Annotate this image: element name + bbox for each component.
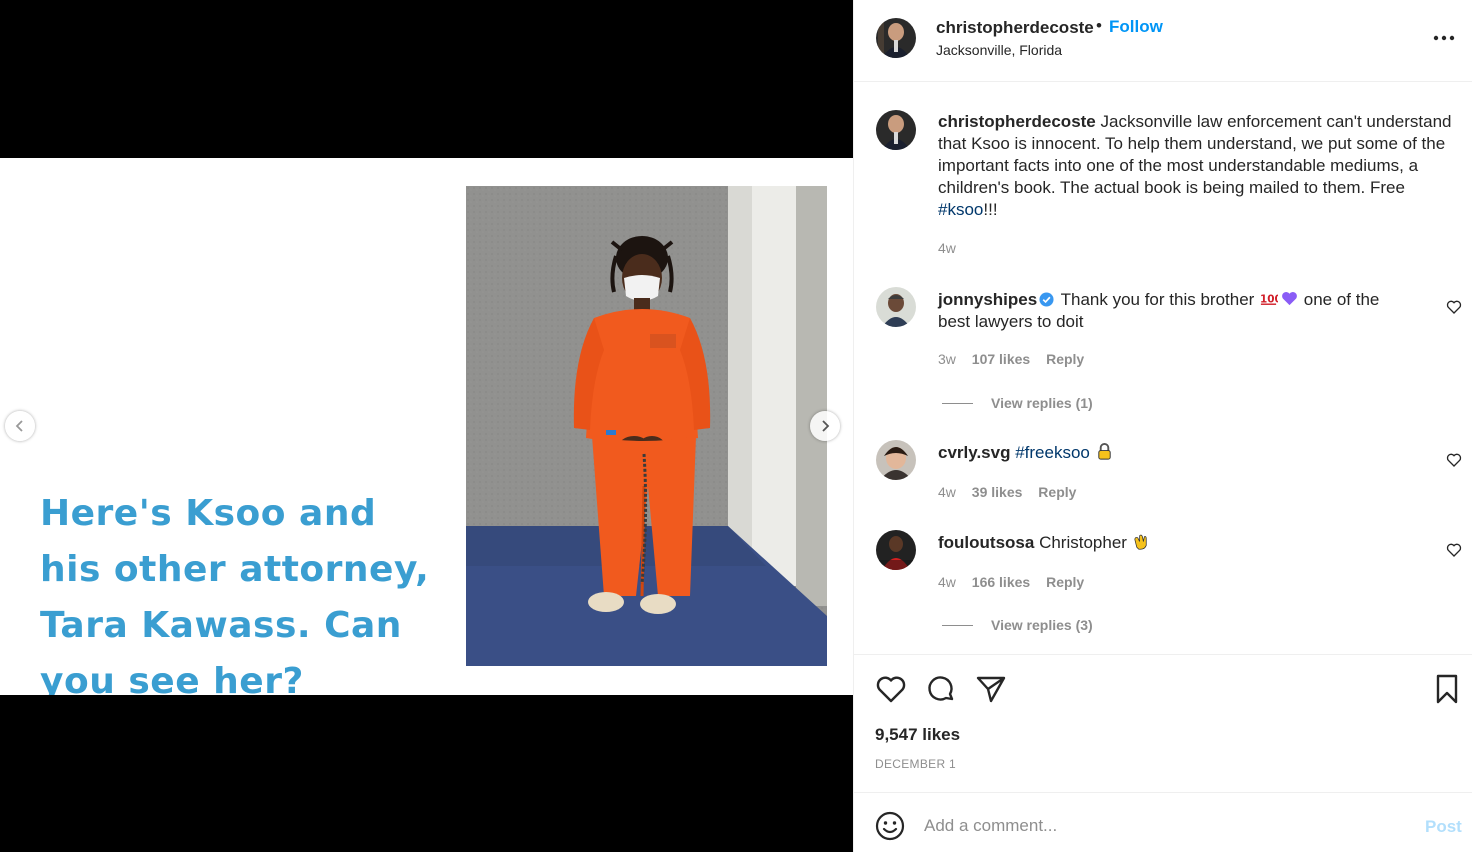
comment-timestamp[interactable]: 4w (938, 484, 956, 500)
comment-likes[interactable]: 166 likes (972, 574, 1030, 590)
comment-item: cvrly.svg #freeksoo 4w 39 likes Reply (854, 440, 1472, 500)
caption-avatar[interactable] (876, 110, 916, 150)
comment-body: jonnyshipes Thank you for this brother 1… (938, 289, 1408, 333)
purple-heart-emoji (1282, 292, 1297, 306)
clapping-hands-emoji (1134, 534, 1147, 550)
comment-username[interactable]: jonnyshipes (938, 290, 1037, 309)
post-likes-count[interactable]: 9,547 likes (875, 725, 960, 745)
post-date[interactable]: DECEMBER 1 (875, 757, 956, 771)
author-username[interactable]: christopherdecoste (936, 18, 1094, 38)
lock-emoji (1097, 442, 1111, 460)
caption-suffix: !!! (983, 200, 998, 219)
follow-button[interactable]: Follow (1109, 17, 1163, 37)
replies-divider-line (942, 624, 973, 626)
comment-text: Thank you for this brother (1056, 290, 1260, 309)
comment-meta: 4w 39 likes Reply (938, 484, 1088, 500)
post-media: Here's Ksoo and his other attorney, Tara… (0, 0, 853, 852)
comment-item: fouloutsosa Christopher 4w 166 likes Rep… (854, 530, 1472, 640)
comment-meta: 4w 166 likes Reply (938, 574, 1096, 590)
comment-timestamp[interactable]: 4w (938, 574, 956, 590)
comment-hashtag[interactable]: #freeksoo (1015, 443, 1090, 462)
hundred-points-emoji: 100 (1260, 293, 1278, 305)
author-avatar[interactable] (876, 18, 916, 58)
post-actions: 9,547 likes DECEMBER 1 (854, 654, 1472, 791)
more-options-icon[interactable] (1432, 30, 1456, 46)
chevron-left-icon (15, 420, 23, 432)
header-separator: • (1096, 16, 1102, 35)
comment-meta: 3w 107 likes Reply (938, 351, 1096, 367)
emoji-picker-icon[interactable] (874, 810, 906, 842)
comment-composer: Post (854, 792, 1472, 852)
comment-likes[interactable]: 107 likes (972, 351, 1030, 367)
carousel-next-button[interactable] (810, 411, 840, 441)
comment-body: cvrly.svg #freeksoo (938, 442, 1408, 464)
share-direct-icon[interactable] (975, 673, 1007, 705)
comment-bubble-icon[interactable] (925, 673, 957, 705)
post-location[interactable]: Jacksonville, Florida (936, 42, 1062, 58)
slide-photo (466, 186, 827, 666)
caption-timestamp[interactable]: 4w (938, 240, 956, 256)
commenter-avatar[interactable] (876, 530, 916, 570)
comment-reply-button[interactable]: Reply (1038, 484, 1076, 500)
comment-reply-button[interactable]: Reply (1046, 574, 1084, 590)
like-heart-icon[interactable] (875, 673, 907, 705)
chevron-right-icon (822, 420, 830, 432)
save-bookmark-icon[interactable] (1431, 673, 1463, 705)
caption-username[interactable]: christopherdecoste (938, 112, 1096, 131)
commenter-avatar[interactable] (876, 287, 916, 327)
comment-likes[interactable]: 39 likes (972, 484, 1023, 500)
comment-input[interactable] (924, 811, 1404, 841)
comment-body: fouloutsosa Christopher (938, 532, 1408, 554)
view-replies-button[interactable]: View replies (3) (942, 617, 1093, 633)
comment-timestamp[interactable]: 3w (938, 351, 956, 367)
view-replies-button[interactable]: View replies (1) (942, 395, 1093, 411)
replies-divider-line (942, 402, 973, 404)
comment-username[interactable]: fouloutsosa (938, 533, 1034, 552)
commenter-avatar[interactable] (876, 440, 916, 480)
post-header: christopherdecoste • Follow Jacksonville… (854, 0, 1472, 82)
carousel-prev-button[interactable] (5, 411, 35, 441)
comment-like-heart-icon[interactable] (1446, 299, 1462, 315)
comment-like-heart-icon[interactable] (1446, 542, 1462, 558)
view-replies-label: View replies (3) (991, 617, 1093, 633)
view-replies-label: View replies (1) (991, 395, 1093, 411)
caption-hashtag[interactable]: #ksoo (938, 200, 983, 219)
comment-text: Christopher (1034, 533, 1132, 552)
post-side-panel: christopherdecoste • Follow Jacksonville… (853, 0, 1472, 852)
verified-badge-icon (1039, 292, 1054, 307)
slide-text: Here's Ksoo and his other attorney, Tara… (40, 493, 430, 695)
comment-username[interactable]: cvrly.svg (938, 443, 1010, 462)
comment-like-heart-icon[interactable] (1446, 452, 1462, 468)
post-comment-button[interactable]: Post (1425, 817, 1462, 837)
post-caption: christopherdecoste Jacksonville law enfo… (938, 111, 1466, 221)
comment-reply-button[interactable]: Reply (1046, 351, 1084, 367)
comment-item: jonnyshipes Thank you for this brother 1… (854, 287, 1472, 417)
